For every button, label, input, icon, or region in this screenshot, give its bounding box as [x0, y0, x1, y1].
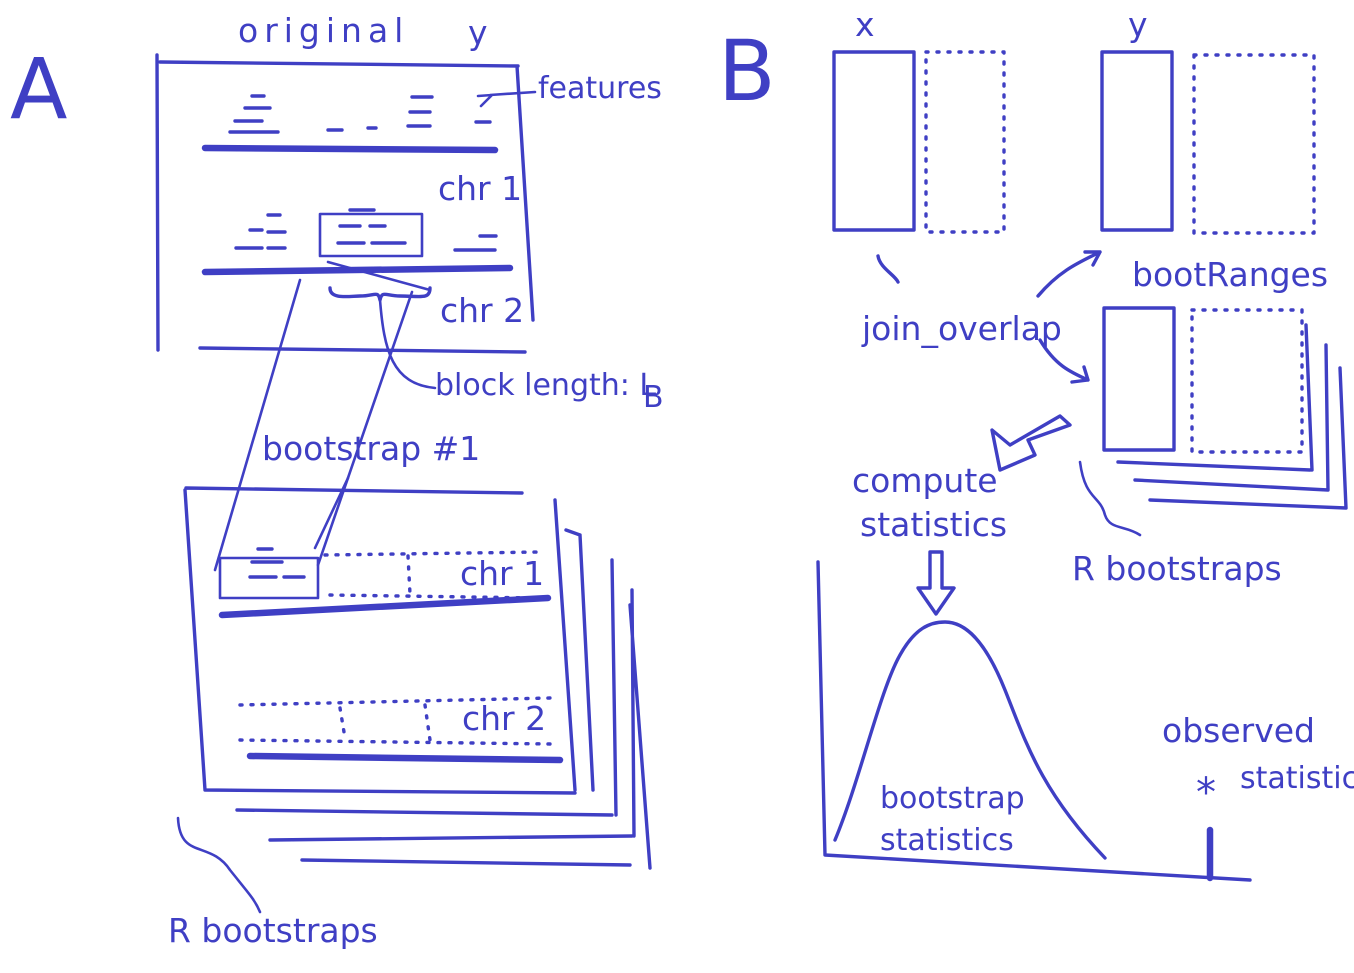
features-arrow	[476, 90, 537, 108]
r-bootstraps-squiggle-b	[1078, 460, 1142, 537]
boot-chr1-label: chr 1	[460, 554, 544, 593]
chr1-features	[228, 94, 492, 134]
x-box	[832, 50, 916, 232]
block-length-subscript: B	[643, 380, 664, 415]
panel-b: B x y join_overlap bootRanges compute st…	[718, 5, 1354, 882]
bootranges-dotted-box	[1190, 308, 1304, 454]
bootranges-box	[1102, 306, 1176, 452]
observed-statistic-label: statistic	[1240, 761, 1354, 796]
block-highlight	[318, 212, 424, 258]
panel-a: A original y features chr 1 chr 2 block …	[10, 11, 664, 950]
whiteboard-diagram: A original y features chr 1 chr 2 block …	[0, 0, 1354, 973]
bootstrap-statistics-label: statistics	[880, 823, 1014, 858]
down-arrow	[916, 550, 956, 616]
statistics-label: statistics	[860, 505, 1007, 544]
y-dotted-box	[1192, 53, 1316, 235]
r-bootstraps-squiggle-a	[176, 816, 262, 914]
resample-lines	[213, 260, 432, 572]
bootranges-stack	[1102, 306, 1348, 510]
compute-label: compute	[852, 461, 998, 500]
original-label: original	[238, 11, 409, 50]
bootstrap-1-label: bootstrap #1	[262, 429, 480, 468]
join-arrow-up	[1036, 250, 1102, 298]
x-dotted-box	[924, 50, 1006, 234]
boot-chr1-track	[218, 594, 552, 619]
r-bootstraps-label-a: R bootstraps	[168, 911, 378, 950]
join-overlap-label: join_overlap	[861, 309, 1062, 348]
chr1-track	[201, 144, 499, 154]
panel-b-letter: B	[718, 22, 776, 120]
r-bootstraps-label-b: R bootstraps	[1072, 549, 1282, 588]
features-label: features	[538, 71, 662, 106]
chr2-features	[234, 208, 498, 252]
compute-arrow	[990, 414, 1072, 472]
original-y-label: y	[468, 13, 488, 52]
diagram-canvas: A original y features chr 1 chr 2 block …	[10, 5, 1354, 950]
boot-block-features	[248, 547, 306, 579]
boot-chr2-label: chr 2	[462, 699, 546, 738]
chr2-label: chr 2	[440, 291, 524, 330]
bootstrap-stack: chr 1 chr 2	[183, 486, 652, 870]
block-brace	[328, 286, 432, 302]
join-connector-x	[876, 254, 900, 284]
observed-label: observed	[1162, 711, 1315, 750]
block-length-label: block length: L	[435, 368, 656, 403]
panel-a-letter: A	[10, 40, 67, 138]
boot-chr2-track	[246, 752, 564, 764]
x-label: x	[855, 5, 875, 44]
bootranges-label: bootRanges	[1132, 255, 1328, 294]
chr1-label: chr 1	[438, 169, 522, 208]
observed-star: *	[1196, 770, 1216, 816]
bootstrap-dist-label: bootstrap	[880, 781, 1025, 816]
y-box	[1100, 50, 1174, 232]
block-length-connector	[378, 298, 437, 390]
y-label-b: y	[1128, 5, 1148, 44]
